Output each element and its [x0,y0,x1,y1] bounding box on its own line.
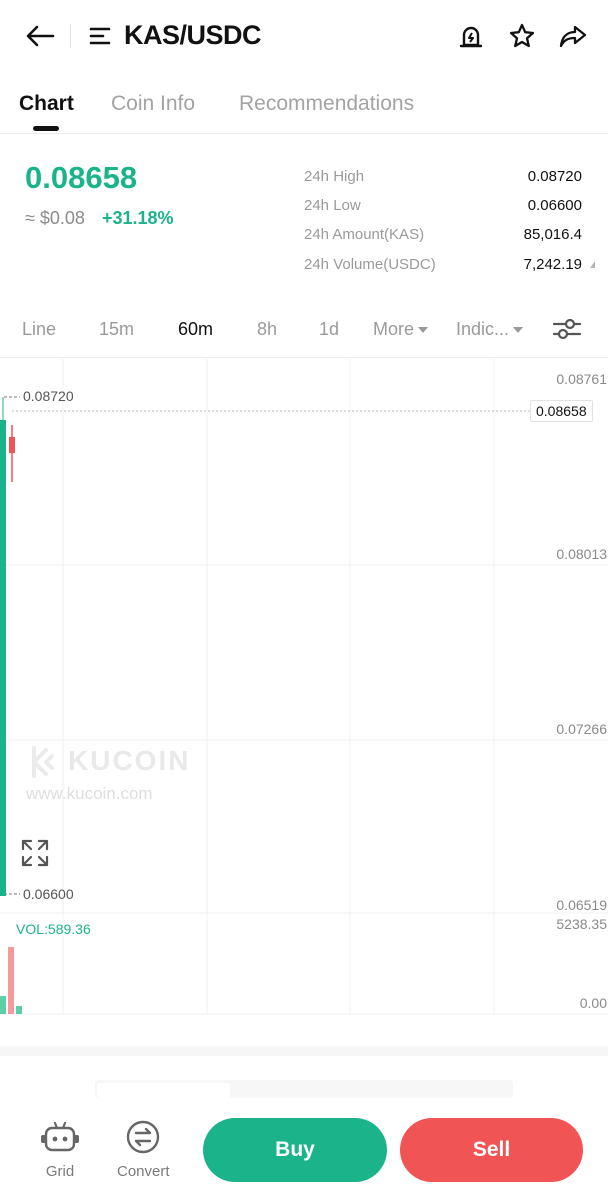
candle-bullish [0,420,6,896]
section-divider [0,1046,608,1056]
volume-axis-max: 5238.35 [556,916,607,932]
robot-icon [40,1120,80,1159]
watermark-name: KUCOIN [68,745,191,776]
grid-bot-button[interactable]: Grid [40,1120,80,1180]
volume-bar [8,947,14,1014]
y-axis-label: 0.06519 [556,897,607,913]
convert-icon [125,1120,161,1159]
watermark-url: www.kucoin.com [26,784,153,803]
high-marker-label: 0.08720 [23,388,74,404]
y-axis-label: 0.08761 [556,371,607,387]
volume-bar [0,996,6,1014]
volume-bar [16,1006,22,1014]
convert-button[interactable]: Convert [117,1120,170,1180]
placeholder-bar-segment [97,1083,230,1098]
y-axis-label: 0.08013 [556,546,607,562]
current-price-tag: 0.08658 [530,400,593,422]
low-marker-label: 0.06600 [23,886,74,902]
kucoin-logo-icon [24,744,60,785]
convert-label: Convert [117,1163,170,1180]
y-axis-label: 0.07266 [556,721,607,737]
sell-button[interactable]: Sell [400,1118,583,1182]
fullscreen-expand-icon[interactable] [20,838,50,868]
volume-axis-zero: 0.00 [579,995,607,1011]
grid-label: Grid [45,1163,75,1180]
chart-grid [0,359,608,1015]
candle-bearish [9,437,15,453]
buy-button[interactable]: Buy [203,1118,387,1182]
volume-label: VOL:589.36 [16,921,91,937]
candlestick-chart[interactable] [0,0,608,1020]
